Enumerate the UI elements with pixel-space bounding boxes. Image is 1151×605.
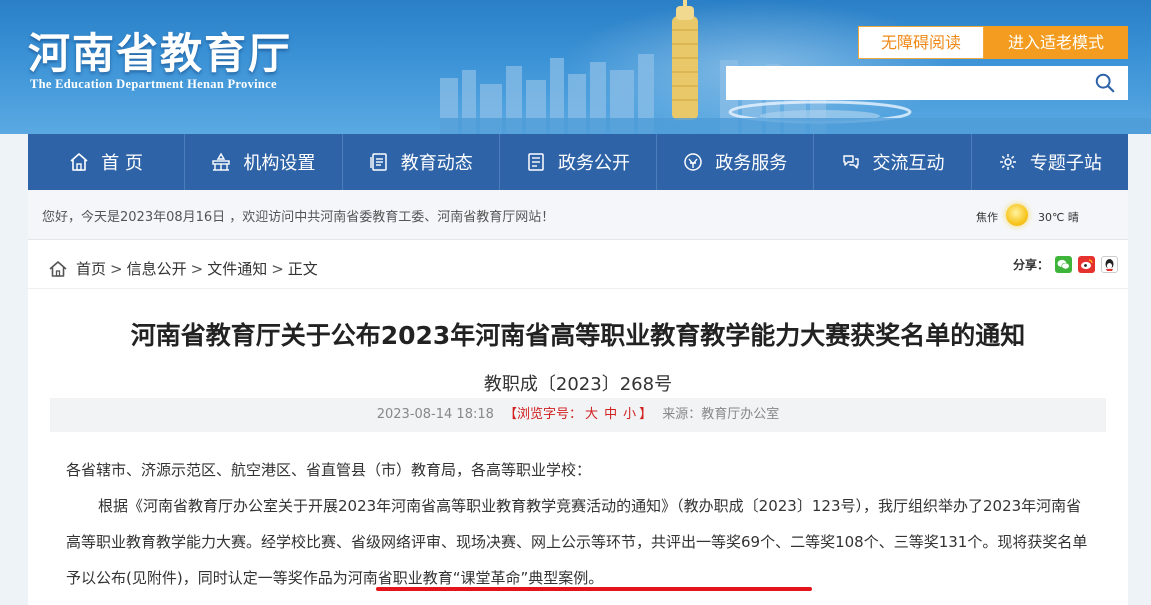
greeting-text: 您好，今天是2023年08月16日 ，欢迎访问中共河南省委教育工委、河南省教育厅… bbox=[42, 210, 555, 225]
share-label: 分享： bbox=[1012, 258, 1049, 272]
breadcrumb-info-open[interactable]: 信息公开 bbox=[127, 258, 187, 279]
article-meta: 2023-08-14 18:18 【浏览字号：大中小】 来源：教育厅办公室 bbox=[50, 398, 1106, 432]
breadcrumb-separator: > bbox=[110, 259, 123, 278]
breadcrumb-separator: > bbox=[190, 259, 204, 278]
site-subtitle: The Education Department Henan Province bbox=[30, 77, 277, 91]
main-nav: 首 页 机构设置 教育动态 政务公开 政务服务 交流互动 专题子站 bbox=[28, 134, 1128, 190]
highlight-underline bbox=[376, 587, 812, 591]
nav-item-home[interactable]: 首 页 bbox=[28, 134, 186, 190]
nav-item-label: 教育动态 bbox=[400, 153, 473, 174]
sun-icon bbox=[1006, 204, 1028, 226]
share-bar: 分享： bbox=[1013, 256, 1118, 273]
wechat-share-icon[interactable] bbox=[1055, 256, 1072, 273]
header-banner: 河南省教育厅 The Education Department Henan Pr… bbox=[0, 0, 1151, 134]
font-size-large[interactable]: 大 bbox=[585, 407, 598, 422]
home-icon bbox=[70, 153, 88, 171]
document-number: 教职成〔2023〕268号 bbox=[483, 374, 673, 395]
search-box bbox=[726, 66, 1128, 100]
weibo-share-icon[interactable] bbox=[1078, 256, 1095, 273]
site-title: 河南省教育厅 bbox=[28, 29, 293, 78]
service-icon bbox=[684, 153, 703, 171]
weather-temp: 30℃ 晴 bbox=[1038, 211, 1079, 224]
font-size-small[interactable]: 小 bbox=[623, 407, 636, 422]
nav-item-gov-service[interactable]: 政务服务 bbox=[657, 134, 815, 190]
font-size-prefix: 【浏览字号： bbox=[504, 407, 583, 422]
divider bbox=[28, 288, 1128, 289]
nav-item-label: 机构设置 bbox=[243, 153, 316, 174]
interaction-icon bbox=[842, 155, 859, 169]
news-icon bbox=[370, 153, 387, 171]
article-source: 来源：教育厅办公室 bbox=[662, 407, 780, 422]
font-size-suffix: 】 bbox=[639, 407, 653, 422]
search-input[interactable] bbox=[726, 66, 1086, 100]
article-paragraph: 根据《河南省教育厅办公室关于开展2023年河南省高等职业教育教学竞赛活动的通知》… bbox=[66, 497, 1088, 587]
nav-item-gov-open[interactable]: 政务公开 bbox=[500, 134, 658, 190]
breadcrumb-notices[interactable]: 文件通知 bbox=[207, 258, 267, 279]
breadcrumb-home[interactable]: 首页 bbox=[76, 258, 106, 279]
topics-icon bbox=[999, 154, 1016, 170]
font-size-medium[interactable]: 中 bbox=[604, 407, 617, 422]
nav-item-org[interactable]: 机构设置 bbox=[185, 134, 343, 190]
publish-date: 2023-08-14 18:18 bbox=[376, 407, 494, 422]
qq-share-icon[interactable] bbox=[1101, 256, 1118, 273]
breadcrumb-current: 正文 bbox=[287, 260, 318, 278]
elder-mode-button[interactable]: 进入适老模式 bbox=[984, 26, 1128, 59]
org-icon bbox=[212, 152, 231, 171]
search-icon[interactable] bbox=[1094, 72, 1116, 94]
nav-item-label: 交流互动 bbox=[872, 153, 945, 174]
greeting-bar: 您好，今天是2023年08月16日 ，欢迎访问中共河南省委教育工委、河南省教育厅… bbox=[28, 190, 1128, 240]
breadcrumb: 首页 > 信息公开 > 文件通知 > 正文 bbox=[48, 258, 318, 279]
nav-item-label: 政务服务 bbox=[715, 153, 788, 174]
breadcrumb-separator: > bbox=[271, 259, 284, 278]
nav-item-label: 政务公开 bbox=[557, 153, 630, 174]
accessibility-button[interactable]: 无障碍阅读 bbox=[858, 26, 984, 59]
home-icon bbox=[49, 260, 67, 277]
salutation: 各省辖市、济源示范区、航空港区、省直管县（市）教育局，各高等职业学校： bbox=[66, 461, 592, 479]
nav-item-label: 专题子站 bbox=[1029, 153, 1102, 174]
nav-item-interaction[interactable]: 交流互动 bbox=[814, 134, 972, 190]
weather-city: 焦作 bbox=[976, 211, 998, 224]
nav-item-topics[interactable]: 专题子站 bbox=[972, 134, 1128, 190]
nav-item-label: 首 页 bbox=[101, 153, 143, 174]
nav-item-news[interactable]: 教育动态 bbox=[343, 134, 500, 190]
document-icon bbox=[528, 153, 544, 171]
article-panel: 首页 > 信息公开 > 文件通知 > 正文 分享： 河南省教育厅关于公布2023… bbox=[28, 240, 1128, 605]
article-title: 河南省教育厅关于公布2023年河南省高等职业教育教学能力大赛获奖名单的通知 bbox=[130, 321, 1026, 350]
